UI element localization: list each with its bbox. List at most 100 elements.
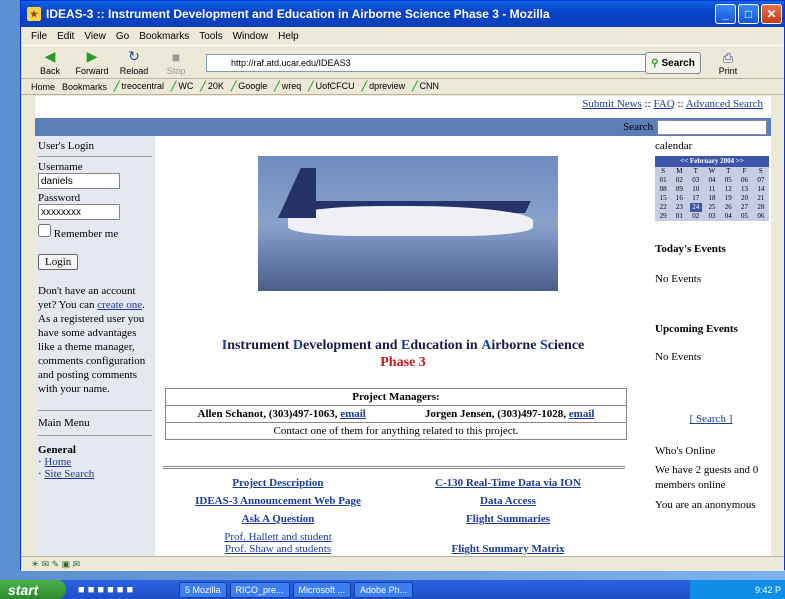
bookmark-dpreview[interactable]: dpreview bbox=[362, 81, 405, 92]
flight-summaries-link[interactable]: Flight Summaries bbox=[393, 513, 623, 531]
project-links: Project Description IDEAS-3 Announcement… bbox=[163, 466, 625, 555]
start-button[interactable]: start bbox=[0, 580, 66, 599]
flight-matrix-link[interactable]: Flight Summary Matrix bbox=[393, 543, 623, 556]
menu-view[interactable]: View bbox=[84, 31, 106, 42]
bookmarks-toolbar: Home Bookmarks treocentral WC 20K Google… bbox=[21, 79, 784, 95]
clock[interactable]: 9:42 P bbox=[755, 585, 781, 595]
printer-icon: ⎙ bbox=[722, 50, 734, 65]
bookmark-bookmarks[interactable]: Bookmarks bbox=[62, 82, 107, 92]
create-account-link[interactable]: create one bbox=[97, 299, 142, 311]
status-bar: ☀ ✉ ✎ ▣ ✉ bbox=[21, 556, 784, 571]
page-content: Submit News :: FAQ :: Advanced Search Se… bbox=[35, 96, 771, 556]
maximize-button[interactable]: □ bbox=[738, 4, 759, 24]
print-button[interactable]: ⎙ Print bbox=[711, 50, 745, 76]
calendar-weekdays: SMTWTFS bbox=[661, 167, 763, 175]
forward-arrow-icon: ▶ bbox=[86, 48, 98, 64]
bookmark-wc[interactable]: WC bbox=[171, 81, 193, 92]
c130-aircraft-image bbox=[258, 156, 558, 291]
calendar-week[interactable]: 15 16 17 18 19 20 21 bbox=[655, 194, 769, 203]
reload-icon: ↻ bbox=[128, 48, 140, 64]
menu-home-link[interactable]: Home bbox=[44, 456, 71, 468]
pm-jensen: Jorgen Jensen, (303)497-1028, email bbox=[424, 408, 595, 420]
url-field[interactable]: http://raf.atd.ucar.edu/IDEAS3 bbox=[206, 54, 651, 72]
stop-button[interactable]: ■ Stop bbox=[155, 49, 197, 76]
email-link-jensen[interactable]: email bbox=[569, 408, 595, 420]
search-label: Search bbox=[623, 121, 653, 133]
username-input[interactable] bbox=[38, 173, 120, 189]
calendar-week[interactable]: 22 23 24 25 26 27 28 bbox=[655, 203, 769, 212]
search-icon: ⚲ bbox=[651, 57, 659, 69]
remember-checkbox[interactable] bbox=[38, 224, 51, 237]
menu-edit[interactable]: Edit bbox=[57, 31, 74, 42]
todays-events-text: No Events bbox=[655, 273, 702, 285]
password-input[interactable] bbox=[38, 204, 120, 220]
data-access-link[interactable]: Data Access bbox=[393, 495, 623, 513]
site-search-input[interactable] bbox=[657, 119, 767, 135]
title-bar[interactable]: ★ IDEAS-3 :: Instrument Development and … bbox=[21, 1, 784, 27]
quicklaunch-icons[interactable]: ■ ■ ■ ■ ■ ■ bbox=[66, 584, 176, 596]
back-button[interactable]: ◀ Back bbox=[29, 48, 71, 76]
shaw-link[interactable]: Prof. Shaw and students bbox=[163, 543, 393, 555]
upcoming-events-text: No Events bbox=[655, 351, 702, 363]
login-title: User's Login bbox=[38, 140, 95, 152]
bookmark-uofcfcu[interactable]: UofCFCU bbox=[308, 81, 355, 92]
password-label: Password bbox=[38, 192, 81, 204]
back-arrow-icon: ◀ bbox=[44, 48, 56, 64]
calendar-header[interactable]: << February 2004 >> bbox=[655, 156, 769, 167]
task-adobe[interactable]: Adobe Ph... bbox=[354, 581, 414, 598]
menu-go[interactable]: Go bbox=[116, 31, 129, 42]
reload-button[interactable]: ↻ Reload bbox=[113, 48, 155, 76]
navigation-toolbar: ◀ Back ▶ Forward ↻ Reload ■ Stop http://raf.… bbox=[21, 45, 784, 79]
task-microsoft[interactable]: Microsoft ... bbox=[292, 581, 352, 598]
search-button[interactable]: ⚲ Search bbox=[645, 52, 701, 74]
realtime-data-link[interactable]: C-130 Real-Time Data via ION bbox=[393, 477, 623, 495]
task-rico[interactable]: RICO_pre... bbox=[229, 581, 290, 598]
login-button[interactable]: Login bbox=[38, 254, 79, 270]
pm-title: Project Managers: bbox=[166, 389, 626, 406]
bookmark-treocentral[interactable]: treocentral bbox=[114, 81, 164, 92]
menu-file[interactable]: File bbox=[31, 31, 47, 42]
left-sidebar: User's Login Username Password Remember … bbox=[35, 136, 155, 556]
app-icon: ★ bbox=[27, 7, 41, 21]
right-sidebar: calendar << February 2004 >> SMTWTFS 01 0… bbox=[651, 136, 771, 556]
hallett-link[interactable]: Prof. Hallett and student bbox=[163, 531, 393, 543]
ask-question-link[interactable]: Ask A Question bbox=[163, 513, 393, 531]
main-column: Instrument Development and Education in … bbox=[163, 136, 643, 556]
links-spacer bbox=[393, 531, 623, 543]
bookmark-20k[interactable]: 20K bbox=[200, 81, 224, 92]
menu-tools[interactable]: Tools bbox=[199, 31, 222, 42]
menu-bar: File Edit View Go Bookmarks Tools Window… bbox=[21, 27, 784, 45]
forward-button[interactable]: ▶ Forward bbox=[71, 48, 113, 76]
menu-bookmarks[interactable]: Bookmarks bbox=[139, 31, 189, 42]
bookmark-cnn[interactable]: CNN bbox=[412, 81, 440, 92]
bookmark-home[interactable]: Home bbox=[31, 82, 55, 92]
calendar-week[interactable]: 29 01 02 03 04 05 06 bbox=[655, 212, 769, 221]
advanced-search-link[interactable]: Advanced Search bbox=[686, 98, 763, 110]
stop-icon: ■ bbox=[171, 48, 181, 65]
minimize-button[interactable]: _ bbox=[715, 4, 736, 24]
menu-window[interactable]: Window bbox=[233, 31, 269, 42]
calendar-widget: << February 2004 >> SMTWTFS 01 02 03 04 05 06… bbox=[655, 156, 769, 221]
calendar-week[interactable]: 01 02 03 04 05 06 07 bbox=[655, 176, 769, 185]
email-link-schanot[interactable]: email bbox=[340, 408, 366, 420]
window-title: IDEAS-3 :: Instrument Development and Ed… bbox=[46, 7, 550, 21]
task-mozilla[interactable]: 5 Mozilla bbox=[179, 581, 227, 598]
page-title: Instrument Development and Education in … bbox=[221, 338, 585, 353]
calendar-week[interactable]: 08 09 10 11 12 13 14 bbox=[655, 185, 769, 194]
faq-link[interactable]: FAQ bbox=[654, 98, 675, 110]
project-description-link[interactable]: Project Description bbox=[163, 477, 393, 495]
submit-news-link[interactable]: Submit News bbox=[582, 98, 642, 110]
menu-help[interactable]: Help bbox=[278, 31, 299, 42]
close-button[interactable]: ✕ bbox=[761, 4, 782, 24]
calendar-title: calendar bbox=[655, 140, 693, 152]
anonymous-text: You are an anonymous bbox=[655, 499, 756, 511]
events-search-link[interactable]: [ Search ] bbox=[690, 413, 733, 425]
bookmark-wreq[interactable]: wreq bbox=[274, 81, 302, 92]
signup-note: Don't have an account yet? You can creat… bbox=[38, 285, 146, 395]
taskbar: start ■ ■ ■ ■ ■ ■ 5 Mozilla RICO_pre... … bbox=[0, 580, 785, 599]
bookmark-google[interactable]: Google bbox=[231, 81, 267, 92]
menu-site-search-link[interactable]: Site Search bbox=[44, 468, 94, 480]
remember-label: Remember me bbox=[53, 228, 119, 240]
announcement-link[interactable]: IDEAS-3 Announcement Web Page bbox=[163, 495, 393, 513]
whos-online-heading: Who's Online bbox=[655, 445, 716, 457]
